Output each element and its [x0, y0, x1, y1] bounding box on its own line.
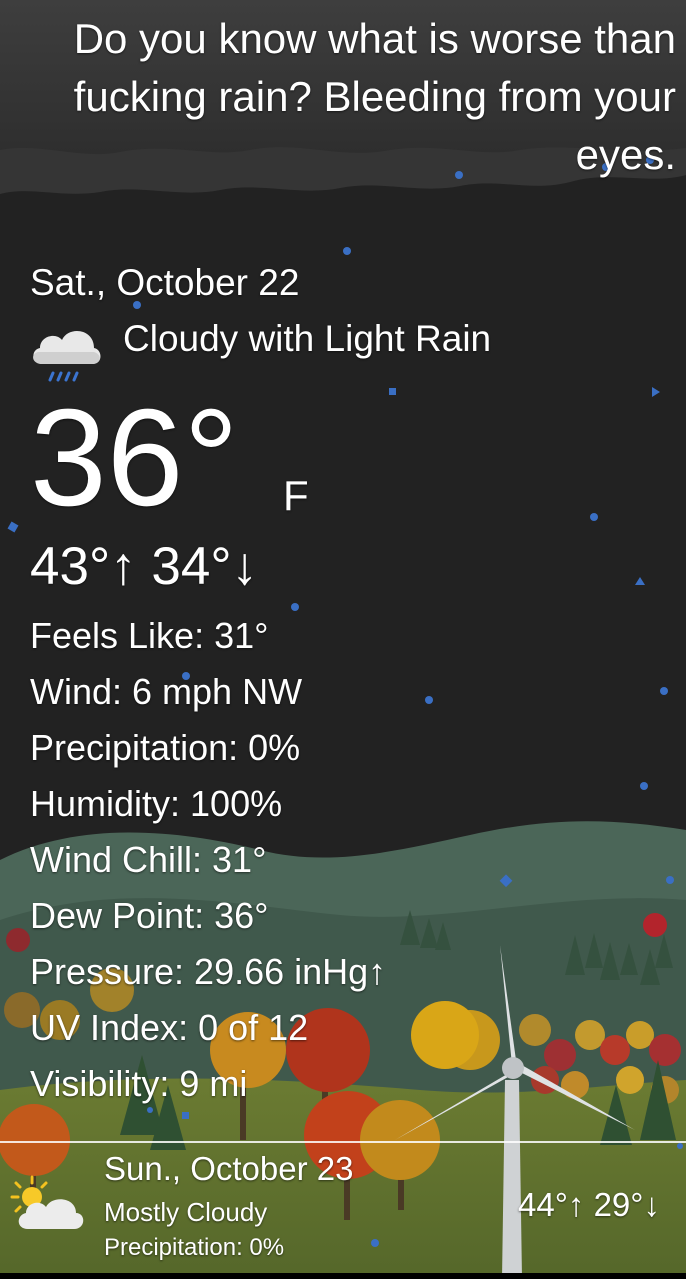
feels-like: Feels Like: 31°: [30, 615, 269, 656]
current-date[interactable]: Sat., October 22: [30, 262, 299, 304]
current-temperature: 36°: [30, 381, 239, 535]
forecast-condition: Mostly Cloudy: [104, 1197, 268, 1227]
forecast-divider: [0, 1141, 686, 1143]
pressure: Pressure: 29.66 inHg↑: [30, 951, 387, 992]
forecast-date: Sun., October 23: [104, 1150, 354, 1187]
current-condition: Cloudy with Light Rain: [123, 318, 492, 359]
wind-chill: Wind Chill: 31°: [30, 839, 267, 880]
dew-point: Dew Point: 36°: [30, 895, 269, 936]
visibility: Visibility: 9 mi: [30, 1063, 248, 1104]
forecast-high-low: 44°↑ 29°↓: [518, 1186, 660, 1223]
precipitation: Precipitation: 0%: [30, 727, 301, 768]
sun-cloud-icon: [10, 1175, 84, 1229]
uv-index: UV Index: 0 of 12: [30, 1007, 309, 1048]
forecast-precipitation: Precipitation: 0%: [104, 1234, 285, 1261]
system-nav-bar: [0, 1273, 686, 1279]
today-high-low: 43°↑ 34°↓: [30, 537, 259, 596]
wind: Wind: 6 mph NW: [30, 671, 303, 712]
temperature-unit[interactable]: F: [283, 472, 309, 520]
header-quote: Do you know what is worse than fucking r…: [73, 15, 676, 178]
humidity: Humidity: 100%: [30, 783, 283, 824]
